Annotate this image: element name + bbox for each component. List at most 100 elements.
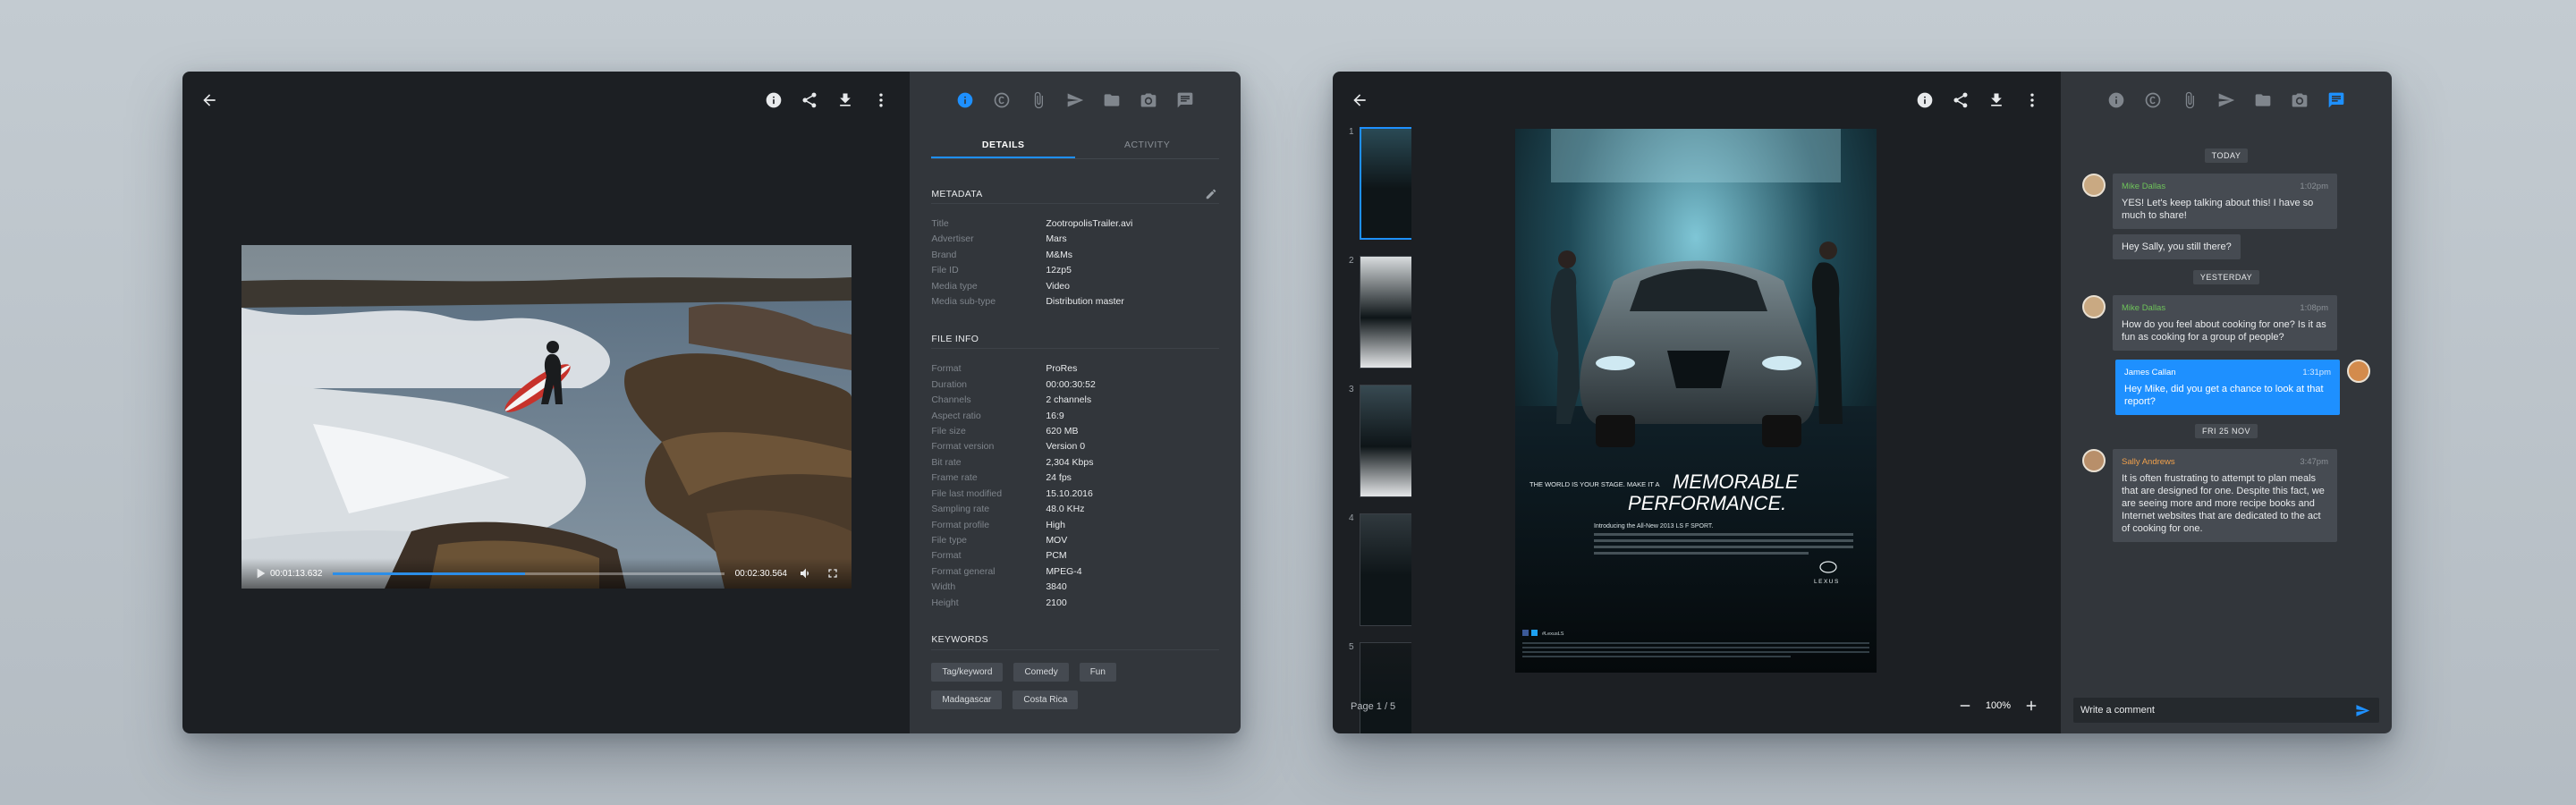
message-meta: Sally Andrews 3:47pm (2122, 456, 2328, 469)
send-comment-icon[interactable] (2352, 700, 2372, 720)
zoom-out-icon[interactable] (1957, 698, 1973, 714)
page-value[interactable]: 1 / 5 (1377, 701, 1395, 712)
send-icon[interactable] (1063, 88, 1088, 113)
send-icon[interactable] (2214, 88, 2239, 113)
info-key: Bit rate (931, 456, 962, 468)
metadata-section: Metadata Title ZootropolisTrailer.avi Adve… (931, 184, 1219, 309)
info-tab-icon[interactable] (953, 88, 978, 113)
keyword-chips: Tag/keyword Comedy Fun Madagascar Costa Rica (931, 662, 1164, 709)
camera-icon[interactable] (1136, 88, 1161, 113)
more-vert-icon[interactable] (869, 88, 894, 113)
comment-thread[interactable]: Today Mike Dallas 1:02pm YES! Let's keep ta… (2082, 148, 2370, 680)
attachment-icon[interactable] (2177, 88, 2202, 113)
page-thumbnail[interactable]: 2 (1349, 256, 1411, 369)
info-key: Format (931, 363, 962, 375)
download-icon[interactable] (1984, 88, 2009, 113)
info-key: Format profile (931, 519, 990, 530)
video-player[interactable]: 00:01:13.632 00:02:30.564 (242, 245, 852, 589)
total-time: 00:02:30.564 (734, 568, 787, 579)
comment-input[interactable] (2080, 705, 2352, 716)
info-value: ZootropolisTrailer.avi (1046, 218, 1133, 229)
volume-icon[interactable] (796, 564, 816, 583)
play-icon[interactable] (250, 564, 270, 583)
info-value: PCM (1046, 550, 1067, 562)
video-viewer: 00:01:13.632 00:02:30.564 (182, 72, 911, 733)
fullscreen-icon[interactable] (823, 564, 843, 583)
info-row: Sampling rate 48.0 KHz (931, 502, 1219, 517)
date-divider: Today (2082, 148, 2370, 163)
tab-details[interactable]: Details (931, 134, 1076, 158)
chat-message: Mike Dallas 1:08pm How do you feel about c… (2082, 295, 2370, 351)
keyword-chip[interactable]: Costa Rica (1013, 690, 1079, 709)
info-icon[interactable] (761, 88, 786, 113)
details-content[interactable]: Metadata Title ZootropolisTrailer.avi Adve… (931, 184, 1219, 733)
edit-pencil-icon[interactable] (1203, 186, 1219, 202)
metadata-list: Title ZootropolisTrailer.avi Advertiser Mar… (931, 216, 1219, 309)
page-thumbnail[interactable]: 4 (1349, 513, 1411, 626)
keyword-chip[interactable]: Fun (1079, 662, 1116, 682)
info-key: Media sub-type (931, 296, 996, 308)
info-key: Aspect ratio (931, 410, 981, 421)
info-value: MOV (1046, 534, 1068, 546)
attachment-icon[interactable] (1026, 88, 1051, 113)
thumbnail-number: 5 (1349, 642, 1354, 652)
keyword-chip[interactable]: Tag/keyword (931, 662, 1004, 682)
info-row: Channels 2 channels (931, 393, 1219, 408)
copyright-icon[interactable] (2140, 88, 2165, 113)
keyword-chip[interactable]: Comedy (1013, 662, 1069, 682)
avatar[interactable] (2082, 174, 2106, 197)
share-icon[interactable] (797, 88, 822, 113)
camera-icon[interactable] (2287, 88, 2312, 113)
thumbnail-image (1360, 385, 1411, 497)
info-key: Duration (931, 378, 968, 390)
back-arrow-icon[interactable] (197, 88, 222, 113)
info-row: Title ZootropolisTrailer.avi (931, 216, 1219, 232)
folder-icon[interactable] (1099, 88, 1124, 113)
section-title: File info (931, 333, 979, 344)
ad-brand: LEXUS (1814, 579, 1840, 585)
back-arrow-icon[interactable] (1347, 88, 1372, 113)
current-time: 00:01:13.632 (270, 568, 323, 579)
document-page[interactable]: THE WORLD IS YOUR STAGE. MAKE IT A MEMOR… (1515, 129, 1877, 673)
date-label: Yesterday (2192, 270, 2260, 284)
share-icon[interactable] (1948, 88, 1973, 113)
message-bubble: Mike Dallas 1:08pm How do you feel about c… (2113, 295, 2337, 351)
tab-activity[interactable]: Activity (1075, 134, 1219, 158)
info-key: Channels (931, 394, 971, 406)
avatar[interactable] (2347, 360, 2370, 383)
info-row: Format version Version 0 (931, 439, 1219, 454)
avatar[interactable] (2082, 295, 2106, 318)
zoom-in-icon[interactable] (2023, 698, 2039, 714)
comment-icon[interactable] (2324, 88, 2349, 113)
sender-name: Mike Dallas (2122, 303, 2166, 313)
keyword-chip[interactable]: Madagascar (931, 690, 1003, 709)
date-divider: Yesterday (2082, 270, 2370, 284)
chat-message: Mike Dallas 1:02pm YES! Let's keep talking… (2082, 174, 2370, 229)
section-title: Metadata (931, 188, 983, 199)
info-icon[interactable] (1912, 88, 1937, 113)
info-value: 3840 (1046, 581, 1067, 593)
comment-composer (2073, 698, 2379, 723)
document-viewer: 1 2 3 4 5 THE WORLD IS YOUR STAGE. MAKE IT A… (1333, 72, 2061, 733)
folder-icon[interactable] (2250, 88, 2275, 113)
comment-icon[interactable] (1173, 88, 1198, 113)
avatar[interactable] (2082, 449, 2106, 472)
info-key: Title (931, 218, 949, 229)
page-thumbnail[interactable]: 3 (1349, 385, 1411, 497)
page-thumbnail[interactable]: 1 (1349, 127, 1411, 240)
sidebar-icon-bar (910, 88, 1241, 113)
info-key: Height (931, 597, 959, 608)
download-icon[interactable] (833, 88, 858, 113)
page-thumbnail[interactable]: 5 (1349, 642, 1411, 733)
more-vert-icon[interactable] (2020, 88, 2045, 113)
copyright-icon[interactable] (989, 88, 1014, 113)
message-time: 1:02pm (2300, 182, 2328, 191)
message-text: YES! Let's keep talking about this! I ha… (2122, 198, 2314, 221)
message-time: 1:31pm (2302, 368, 2331, 377)
message-text: How do you feel about cooking for one? I… (2122, 319, 2326, 343)
video-progress-bar[interactable] (333, 572, 724, 575)
info-tab-icon[interactable] (2104, 88, 2129, 113)
info-value: Version 0 (1046, 441, 1086, 453)
info-key: File last modified (931, 487, 1003, 499)
metadata-header: Metadata (931, 184, 1219, 204)
